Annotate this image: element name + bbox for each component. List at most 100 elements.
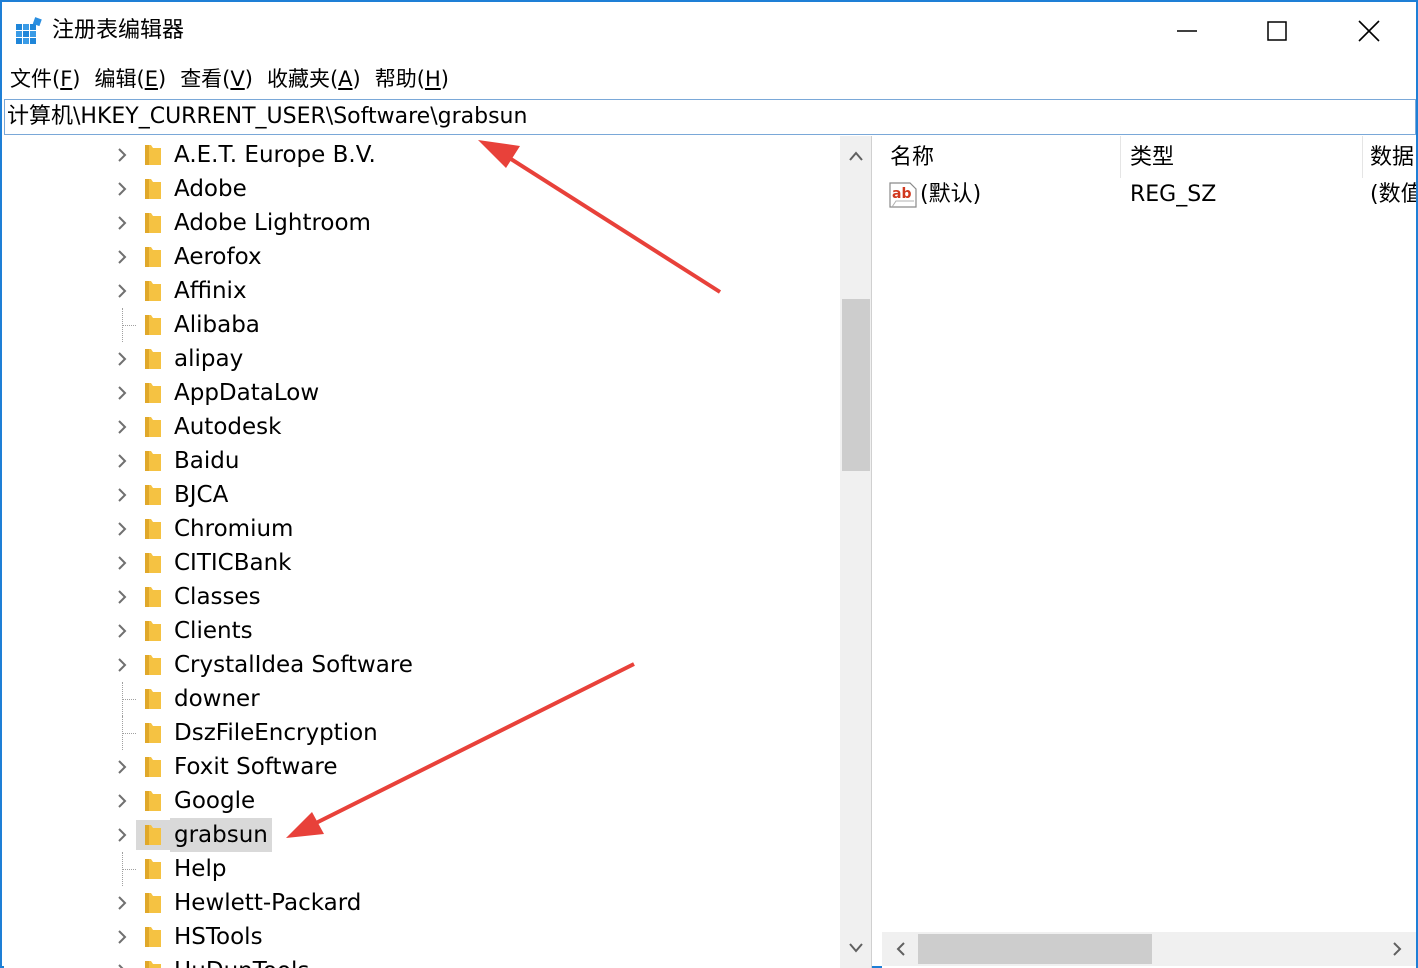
tree-item[interactable]: Foxit Software (4, 750, 838, 784)
tree-item[interactable]: Chromium (4, 512, 838, 546)
folder-icon (145, 349, 161, 369)
tree-item[interactable]: downer (4, 682, 838, 716)
title-bar: 注册表编辑器 (2, 2, 1416, 60)
chevron-right-icon[interactable] (110, 279, 134, 303)
folder-icon (145, 145, 161, 165)
chevron-right-icon[interactable] (110, 925, 134, 949)
chevron-right-icon[interactable] (110, 823, 134, 847)
tree-item-selected[interactable]: grabsun (4, 818, 838, 852)
tree-item[interactable]: Help (4, 852, 838, 886)
tree-item[interactable]: Classes (4, 580, 838, 614)
registry-editor-icon (16, 17, 42, 44)
chevron-right-icon[interactable] (110, 789, 134, 813)
maximize-button[interactable] (1254, 10, 1300, 52)
tree-connector-line (122, 682, 136, 716)
folder-icon (145, 927, 161, 947)
chevron-right-icon[interactable] (110, 619, 134, 643)
chevron-down-icon (849, 943, 863, 953)
tree-item[interactable]: alipay (4, 342, 838, 376)
tree-item[interactable]: HSTools (4, 920, 838, 954)
tree-connector-line (122, 308, 136, 342)
tree-item-label: Aerofox (174, 244, 262, 270)
scroll-up-button[interactable] (840, 140, 871, 172)
tree-item[interactable]: Adobe Lightroom (4, 206, 838, 240)
tree-item[interactable]: A.E.T. Europe B.V. (4, 138, 838, 172)
tree-item-label: CrystalIdea Software (174, 652, 413, 678)
values-horizontal-scrollbar[interactable] (882, 932, 1416, 966)
chevron-right-icon[interactable] (110, 143, 134, 167)
chevron-right-icon[interactable] (110, 177, 134, 201)
tree-item[interactable]: Affinix (4, 274, 838, 308)
tree-item[interactable]: CITICBank (4, 546, 838, 580)
tree-item-label: Baidu (174, 448, 240, 474)
chevron-right-icon[interactable] (110, 381, 134, 405)
folder-icon (145, 655, 161, 675)
value-row[interactable]: ab (默认) REG_SZ (数值未设置) (882, 178, 1416, 212)
folder-icon (145, 519, 161, 539)
chevron-right-icon[interactable] (110, 347, 134, 371)
menu-view[interactable]: 查看(V) (180, 60, 253, 98)
chevron-left-icon (896, 942, 905, 956)
tree-item-label: Autodesk (174, 414, 282, 440)
menu-bar: 文件(F) 编辑(E) 查看(V) 收藏夹(A) 帮助(H) (2, 60, 1416, 98)
chevron-right-icon (1393, 942, 1402, 956)
folder-icon (145, 723, 161, 743)
chevron-right-icon[interactable] (110, 551, 134, 575)
chevron-right-icon[interactable] (110, 585, 134, 609)
tree-item-label: Chromium (174, 516, 294, 542)
folder-icon (145, 621, 161, 641)
folder-icon (145, 553, 161, 573)
column-header-type[interactable]: 类型 (1122, 136, 1362, 178)
tree-item[interactable]: BJCA (4, 478, 838, 512)
minimize-button[interactable] (1164, 10, 1210, 52)
chevron-right-icon[interactable] (110, 483, 134, 507)
menu-favorites[interactable]: 收藏夹(A) (267, 60, 361, 98)
tree-vertical-scrollbar[interactable] (840, 136, 871, 968)
chevron-right-icon[interactable] (110, 211, 134, 235)
column-divider[interactable] (1120, 136, 1121, 178)
close-button[interactable] (1346, 10, 1392, 52)
folder-icon (145, 417, 161, 437)
tree-scroll-thumb[interactable] (842, 299, 870, 471)
chevron-right-icon[interactable] (110, 891, 134, 915)
tree-item[interactable]: Autodesk (4, 410, 838, 444)
chevron-right-icon[interactable] (110, 755, 134, 779)
tree-item[interactable]: Adobe (4, 172, 838, 206)
folder-icon (145, 247, 161, 267)
folder-icon (145, 383, 161, 403)
minimize-icon (1177, 30, 1197, 32)
tree-item-label: Clients (174, 618, 253, 644)
chevron-right-icon[interactable] (110, 449, 134, 473)
column-header-name[interactable]: 名称 (882, 136, 1120, 178)
tree-item-label: Adobe Lightroom (174, 210, 371, 236)
tree-item[interactable]: Hewlett-Packard (4, 886, 838, 920)
tree-item[interactable]: Aerofox (4, 240, 838, 274)
chevron-right-icon[interactable] (110, 245, 134, 269)
menu-edit[interactable]: 编辑(E) (95, 60, 167, 98)
chevron-right-icon[interactable] (110, 959, 134, 968)
tree-item[interactable]: Baidu (4, 444, 838, 478)
values-scroll-thumb[interactable] (918, 934, 1152, 964)
tree-item[interactable]: Alibaba (4, 308, 838, 342)
column-header-data[interactable]: 数据 (1362, 136, 1416, 178)
chevron-right-icon[interactable] (110, 653, 134, 677)
scroll-right-button[interactable] (1380, 932, 1414, 966)
tree-item-label: CITICBank (174, 550, 292, 576)
scroll-left-button[interactable] (884, 932, 918, 966)
scroll-down-button[interactable] (840, 932, 871, 964)
menu-help[interactable]: 帮助(H) (375, 60, 449, 98)
tree-item[interactable]: HuDunTools (4, 954, 838, 968)
tree-item[interactable]: DszFileEncryption (4, 716, 838, 750)
tree-item[interactable]: AppDataLow (4, 376, 838, 410)
folder-icon (145, 179, 161, 199)
tree-item[interactable]: Google (4, 784, 838, 818)
tree-item[interactable]: Clients (4, 614, 838, 648)
chevron-right-icon[interactable] (110, 517, 134, 541)
tree-item[interactable]: CrystalIdea Software (4, 648, 838, 682)
value-type: REG_SZ (1130, 182, 1217, 207)
tree-item-label: Hewlett-Packard (174, 890, 362, 916)
menu-file[interactable]: 文件(F) (10, 60, 81, 98)
value-name: (默认) (920, 182, 982, 207)
address-bar[interactable]: 计算机\HKEY_CURRENT_USER\Software\grabsun (4, 99, 1416, 135)
chevron-right-icon[interactable] (110, 415, 134, 439)
